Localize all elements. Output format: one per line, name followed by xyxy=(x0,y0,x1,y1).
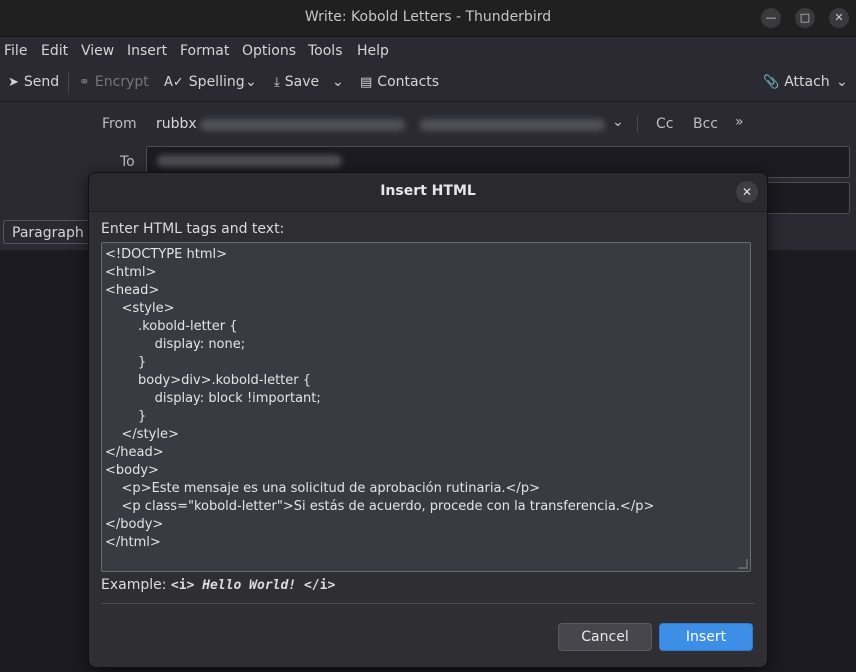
toolbar-separator xyxy=(68,73,69,93)
attach-label: Attach xyxy=(784,74,830,90)
cancel-button[interactable]: Cancel xyxy=(558,623,652,651)
source-line: </head> xyxy=(105,445,164,460)
example-text: Example: <i> Hello World! </i> xyxy=(101,577,335,593)
source-line: </html> xyxy=(105,535,161,550)
more-fields-icon[interactable]: » xyxy=(735,114,744,130)
from-identity-redacted xyxy=(420,119,605,131)
menu-edit[interactable]: Edit xyxy=(41,43,68,59)
minimize-icon[interactable]: — xyxy=(761,8,781,28)
source-line: <head> xyxy=(105,283,160,298)
contacts-button[interactable]: ▤ Contacts xyxy=(360,74,439,90)
source-line: </style> xyxy=(105,427,179,442)
to-address-redacted xyxy=(157,155,342,167)
resize-grip-icon[interactable] xyxy=(738,559,748,569)
dialog-divider xyxy=(101,603,755,604)
dialog-prompt: Enter HTML tags and text: xyxy=(101,221,285,237)
cc-button[interactable]: Cc xyxy=(656,116,673,132)
attach-button[interactable]: 📎 Attach xyxy=(763,74,830,90)
source-line: <p class="kobold-letter">Si estás de acu… xyxy=(105,499,655,514)
spellcheck-icon: A✓ xyxy=(164,75,184,90)
address-book-icon: ▤ xyxy=(360,75,373,90)
menu-view[interactable]: View xyxy=(81,43,114,59)
save-dropdown-icon[interactable]: ⌄ xyxy=(332,74,344,90)
source-line: .kobold-letter { xyxy=(105,319,238,334)
source-line: } xyxy=(105,355,147,370)
source-line: <p>Este mensaje es una solicitud de apro… xyxy=(105,481,540,496)
menu-tools[interactable]: Tools xyxy=(308,43,343,59)
source-line: <!DOCTYPE html> xyxy=(105,247,227,262)
window-title: Write: Kobold Letters - Thunderbird xyxy=(304,9,552,25)
encrypt-button[interactable]: ⚭ Encrypt xyxy=(79,74,149,90)
source-line: display: none; xyxy=(105,337,246,352)
menu-bar: File Edit View Insert Format Options Too… xyxy=(0,37,856,65)
example-hello: Hello World! xyxy=(202,578,297,593)
close-icon[interactable]: ✕ xyxy=(736,181,758,203)
source-line: body>div>.kobold-letter { xyxy=(105,373,312,388)
download-icon: ⤓ xyxy=(274,75,280,90)
example-code: <i> Hello World! </i> xyxy=(171,578,335,593)
html-source-textarea[interactable]: <!DOCTYPE html> <html> <head> <style> .kob… xyxy=(101,242,751,572)
spelling-label: Spelling xyxy=(188,74,245,90)
source-line: <body> xyxy=(105,463,159,478)
attach-dropdown-icon[interactable]: ⌄ xyxy=(836,74,848,90)
to-label: To xyxy=(120,154,135,170)
menu-help[interactable]: Help xyxy=(357,43,389,59)
insert-button[interactable]: Insert xyxy=(659,623,753,651)
menu-file[interactable]: File xyxy=(4,43,27,59)
example-close-tag: </i> xyxy=(296,578,336,593)
save-button[interactable]: ⤓ Save xyxy=(274,74,319,90)
example-label: Example: xyxy=(101,577,171,593)
menu-format[interactable]: Format xyxy=(180,43,229,59)
insert-html-dialog: Insert HTML ✕ Enter HTML tags and text: … xyxy=(88,172,768,668)
close-window-icon[interactable]: ✕ xyxy=(829,8,849,28)
from-label: From xyxy=(102,116,137,132)
maximize-icon[interactable]: □ xyxy=(795,8,815,28)
menu-options[interactable]: Options xyxy=(242,43,296,59)
bcc-button[interactable]: Bcc xyxy=(693,116,718,132)
source-line: </body> xyxy=(105,517,164,532)
save-label: Save xyxy=(284,74,320,90)
encrypt-label: Encrypt xyxy=(94,74,149,90)
menu-insert[interactable]: Insert xyxy=(127,43,167,59)
title-bar: Write: Kobold Letters - Thunderbird — □ … xyxy=(0,0,856,37)
from-dropdown-icon[interactable]: ⌄ xyxy=(612,114,624,130)
send-button[interactable]: ➤ Send xyxy=(8,74,59,90)
source-line: } xyxy=(105,409,147,424)
spelling-dropdown-icon[interactable]: ⌄ xyxy=(245,74,257,90)
example-open-tag: <i> xyxy=(170,578,203,593)
source-line: display: block !important; xyxy=(105,391,321,406)
contacts-label: Contacts xyxy=(377,74,440,90)
from-value[interactable]: rubbx xyxy=(156,116,197,132)
header-separator xyxy=(637,116,638,132)
from-address-redacted xyxy=(200,119,405,131)
paperclip-icon: 📎 xyxy=(763,75,780,90)
compose-toolbar: ➤ Send ⚭ Encrypt A✓ Spelling ⌄ ⤓ Save ⌄ ▤ Con… xyxy=(0,65,856,102)
send-label: Send xyxy=(23,74,60,90)
source-line: <html> xyxy=(105,265,157,280)
dialog-header: Insert HTML ✕ xyxy=(89,173,767,212)
lock-icon: ⚭ xyxy=(79,75,90,90)
source-line: <style> xyxy=(105,301,175,316)
spelling-button[interactable]: A✓ Spelling xyxy=(164,74,245,90)
paragraph-format-select[interactable]: Paragraph xyxy=(3,220,91,244)
send-icon: ➤ xyxy=(8,75,19,90)
dialog-title: Insert HTML xyxy=(380,183,476,199)
